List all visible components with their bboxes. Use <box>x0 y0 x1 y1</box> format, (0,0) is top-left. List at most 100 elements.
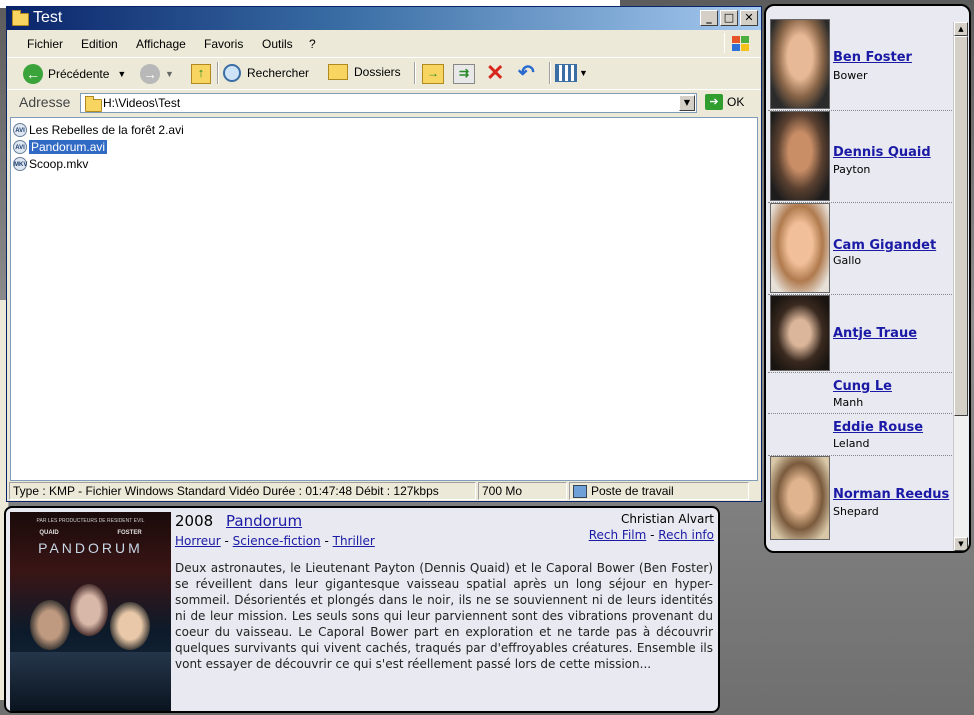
movie-title-link[interactable]: Pandorum <box>226 512 302 530</box>
delete-icon: ✕ <box>486 60 505 85</box>
address-label: Adresse <box>19 94 71 110</box>
cast-item: Norman Reedus Shepard <box>768 455 956 541</box>
go-arrow-icon: ➔ <box>705 94 723 110</box>
search-links: Rech Film - Rech info <box>588 528 714 542</box>
back-label: Précédente <box>48 67 110 81</box>
file-item[interactable]: AVI Les Rebelles de la forêt 2.avi <box>13 122 184 138</box>
delete-button[interactable]: ✕ <box>486 60 505 85</box>
actor-name-link[interactable]: Ben Foster <box>833 50 912 65</box>
folder-icon <box>85 96 102 112</box>
forward-button[interactable]: → ▼ <box>140 64 174 84</box>
status-info: Type : KMP - Fichier Windows Standard Vi… <box>9 482 476 500</box>
go-label: OK <box>727 95 745 109</box>
search-film-link[interactable]: Rech Film <box>589 528 647 542</box>
cast-item: Cam Gigandet Gallo <box>768 202 956 295</box>
poster-name: QUAID <box>39 530 59 536</box>
genre-list: Horreur - Science-fiction - Thriller <box>175 534 375 548</box>
copy-to-button[interactable]: ⇉ <box>453 64 475 84</box>
actor-name-link[interactable]: Antje Traue <box>833 326 917 341</box>
genre-link[interactable]: Thriller <box>333 534 375 548</box>
menu-help[interactable]: ? <box>309 37 316 51</box>
menu-outils[interactable]: Outils <box>262 37 293 51</box>
close-button[interactable]: ✕ <box>740 10 758 26</box>
windows-logo-icon <box>724 33 753 53</box>
status-zone: Poste de travail <box>591 484 674 498</box>
forward-arrow-icon: → <box>140 64 160 84</box>
menu-edition[interactable]: Edition <box>81 37 118 51</box>
file-name: Scoop.mkv <box>29 157 89 171</box>
back-button[interactable]: ← Précédente ▼ <box>23 64 126 84</box>
window-title: Test <box>33 9 63 26</box>
actor-photo <box>770 295 830 371</box>
folders-label: Dossiers <box>354 65 401 79</box>
actor-name-link[interactable]: Norman Reedus <box>833 487 949 502</box>
actor-name-link[interactable]: Dennis Quaid <box>833 145 931 160</box>
movie-poster: PAR LES PRODUCTEURS DE RESIDENT EVIL QUA… <box>10 512 171 711</box>
actor-role: Manh <box>833 396 864 409</box>
genre-link[interactable]: Horreur <box>175 534 221 548</box>
cast-item: Cung Le Manh <box>768 372 956 414</box>
scroll-down-icon[interactable]: ▼ <box>954 537 968 551</box>
actor-role: Bower <box>833 69 868 82</box>
maximize-button[interactable]: □ <box>720 10 738 26</box>
file-name: Pandorum.avi <box>29 140 108 154</box>
address-input[interactable]: H:\Videos\Test ▼ <box>80 93 697 113</box>
move-to-button[interactable]: → <box>422 64 444 84</box>
poster-title: PANDORUM <box>38 540 143 556</box>
actor-role: Leland <box>833 437 870 450</box>
actor-photo <box>770 203 830 293</box>
actor-role: Gallo <box>833 254 862 267</box>
folders-button[interactable]: Dossiers <box>328 64 401 80</box>
cast-panel: Ben Foster Bower Dennis Quaid Payton Cam… <box>764 4 971 553</box>
address-value: H:\Videos\Test <box>103 96 181 110</box>
search-info-link[interactable]: Rech info <box>658 528 714 542</box>
minimize-button[interactable]: _ <box>700 10 718 26</box>
actor-name-link[interactable]: Cung Le <box>833 379 892 394</box>
movie-synopsis: Deux astronautes, le Lieutenant Payton (… <box>175 561 713 671</box>
undo-button[interactable]: ↶ <box>518 63 535 83</box>
views-button[interactable]: ▼ <box>555 64 588 82</box>
actor-name-link[interactable]: Cam Gigandet <box>833 238 936 253</box>
movie-year: 2008 <box>175 512 214 530</box>
title-bar[interactable]: Test _ □ ✕ <box>7 7 761 30</box>
genre-link[interactable]: Science-fiction <box>233 534 321 548</box>
file-item[interactable]: MKV Scoop.mkv <box>13 156 88 172</box>
status-zone-panel: Poste de travail <box>569 482 749 500</box>
mkv-file-icon: MKV <box>13 157 27 171</box>
actor-name-link[interactable]: Eddie Rouse <box>833 420 923 435</box>
search-icon <box>223 64 241 82</box>
status-size: 700 Mo <box>478 482 567 500</box>
cast-scrollbar[interactable]: ▲ ▼ <box>953 22 968 551</box>
file-item-selected[interactable]: AVI Pandorum.avi <box>13 139 108 155</box>
actor-photo <box>770 111 830 201</box>
avi-file-icon: AVI <box>13 123 27 137</box>
go-button[interactable]: ➔ OK <box>705 94 744 110</box>
poster-tagline: PAR LES PRODUCTEURS DE RESIDENT EVIL <box>36 518 145 524</box>
file-list[interactable]: AVI Les Rebelles de la forêt 2.avi AVI P… <box>10 117 758 481</box>
menu-fichier[interactable]: Fichier <box>27 37 63 51</box>
actor-role: Payton <box>833 163 871 176</box>
scroll-thumb[interactable] <box>954 36 968 416</box>
actor-role: Shepard <box>833 505 879 518</box>
actor-photo <box>770 456 830 540</box>
folder-icon <box>12 10 29 26</box>
movie-panel: PAR LES PRODUCTEURS DE RESIDENT EVIL QUA… <box>4 506 720 713</box>
views-icon <box>555 64 577 82</box>
back-dropdown-icon[interactable]: ▼ <box>117 69 126 79</box>
address-dropdown-icon[interactable]: ▼ <box>679 95 695 111</box>
explorer-window: Test _ □ ✕ Fichier Edition Affichage Fav… <box>6 6 762 502</box>
up-folder-icon: ↑ <box>191 64 211 84</box>
actor-photo <box>770 19 830 109</box>
views-dropdown-icon[interactable]: ▼ <box>579 68 588 78</box>
menu-favoris[interactable]: Favoris <box>204 37 243 51</box>
scroll-up-icon[interactable]: ▲ <box>954 22 968 36</box>
up-folder-button[interactable]: ↑ <box>191 64 211 84</box>
forward-dropdown-icon[interactable]: ▼ <box>165 69 174 79</box>
computer-icon <box>573 485 587 499</box>
search-button[interactable]: Rechercher <box>223 64 309 82</box>
address-bar: Adresse H:\Videos\Test ▼ ➔ OK <box>7 89 761 116</box>
menu-affichage[interactable]: Affichage <box>136 37 186 51</box>
back-arrow-icon: ← <box>23 64 43 84</box>
cast-item: Antje Traue <box>768 294 956 373</box>
search-label: Rechercher <box>247 66 310 80</box>
